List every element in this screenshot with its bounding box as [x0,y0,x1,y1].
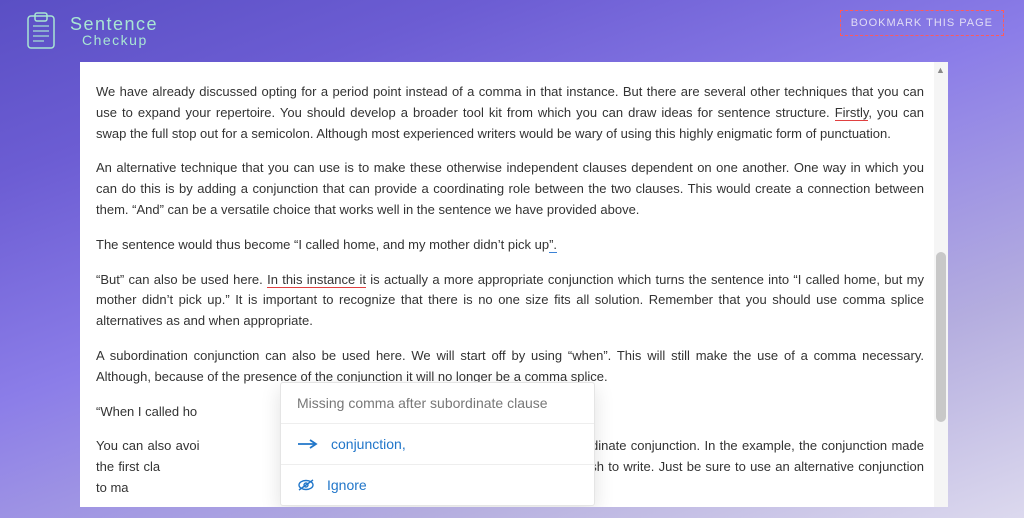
eye-slash-icon [297,478,315,492]
ignore-button[interactable]: Ignore [281,465,594,505]
logo-text-top: Sentence [70,15,158,33]
suggestion-text: conjunction, [331,436,406,452]
scrollbar-track[interactable]: ▲ [934,62,948,507]
scroll-up-arrow-icon[interactable]: ▲ [936,65,944,73]
logo[interactable]: Sentence Checkup [20,10,158,52]
bookmark-button[interactable]: BOOKMARK THIS PAGE [840,10,1004,36]
suggestion-underline[interactable]: ”. [549,237,557,253]
apply-suggestion-button[interactable]: conjunction, [281,424,594,465]
app-header: Sentence Checkup BOOKMARK THIS PAGE [0,0,1024,62]
paragraph: “But” can also be used here. In this ins… [96,270,924,332]
tooltip-title: Missing comma after subordinate clause [281,383,594,424]
grammar-suggestion-tooltip: Missing comma after subordinate clause c… [280,382,595,506]
paragraph: We have already discussed opting for a p… [96,82,924,144]
arrow-right-icon [297,438,319,450]
paragraph: An alternative technique that you can us… [96,158,924,220]
ignore-text: Ignore [327,477,367,493]
editor-content-area[interactable]: We have already discussed opting for a p… [80,62,948,507]
error-underline[interactable]: Firstly [835,105,869,121]
logo-text: Sentence Checkup [70,15,158,47]
logo-text-bottom: Checkup [82,33,158,47]
paragraph: The sentence would thus become “I called… [96,235,924,256]
scrollbar-thumb[interactable] [936,252,946,422]
clipboard-icon [20,10,62,52]
error-underline[interactable]: In this instance it [267,272,366,288]
